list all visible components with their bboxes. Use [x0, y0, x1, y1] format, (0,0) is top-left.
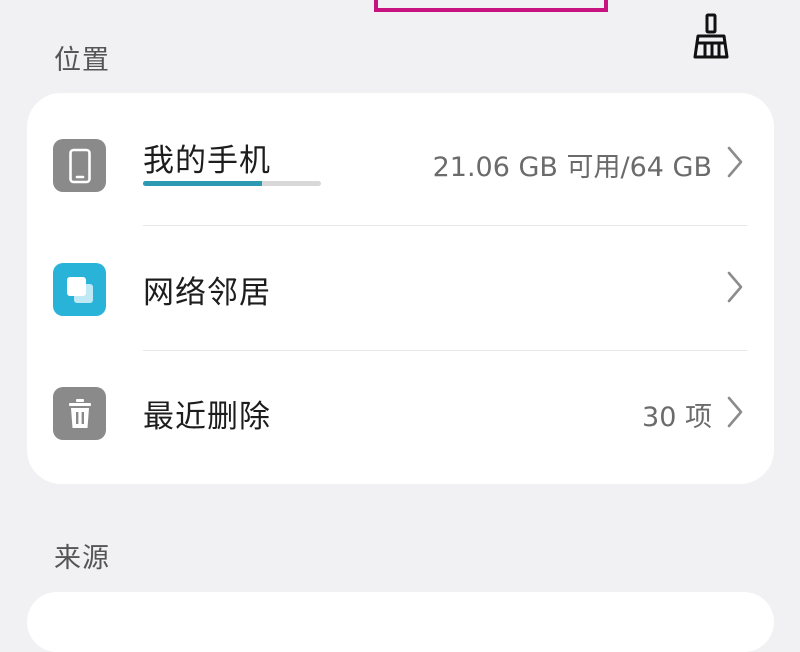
- my-phone-title: 我的手机: [143, 143, 271, 179]
- locations-card: 我的手机 21.06 GB 可用/64 GB 网络邻居 最近删除 30 项: [27, 93, 774, 484]
- sources-card: [27, 592, 774, 652]
- storage-progress-bar: [143, 181, 321, 186]
- recently-deleted-row[interactable]: 最近删除 30 项: [27, 351, 774, 475]
- recently-deleted-count: 30 项: [642, 402, 712, 433]
- section-label-location: 位置: [54, 45, 110, 76]
- chevron-right-icon: [727, 271, 743, 303]
- clean-button[interactable]: [688, 12, 734, 64]
- highlight-frame: [374, 0, 608, 12]
- my-phone-row[interactable]: 我的手机 21.06 GB 可用/64 GB: [27, 101, 774, 225]
- section-label-sources: 来源: [54, 543, 110, 574]
- storage-capacity-text: 21.06 GB 可用/64 GB: [432, 152, 712, 183]
- chevron-right-icon: [727, 396, 743, 428]
- broom-icon: [691, 12, 731, 64]
- network-neighborhood-icon: [53, 263, 106, 316]
- network-neighborhood-title: 网络邻居: [143, 275, 271, 311]
- trash-icon: [53, 387, 106, 440]
- recently-deleted-title: 最近删除: [143, 399, 271, 435]
- chevron-right-icon: [727, 146, 743, 178]
- storage-progress-fill: [143, 181, 263, 186]
- network-neighborhood-row[interactable]: 网络邻居: [27, 226, 774, 350]
- phone-icon: [53, 139, 106, 192]
